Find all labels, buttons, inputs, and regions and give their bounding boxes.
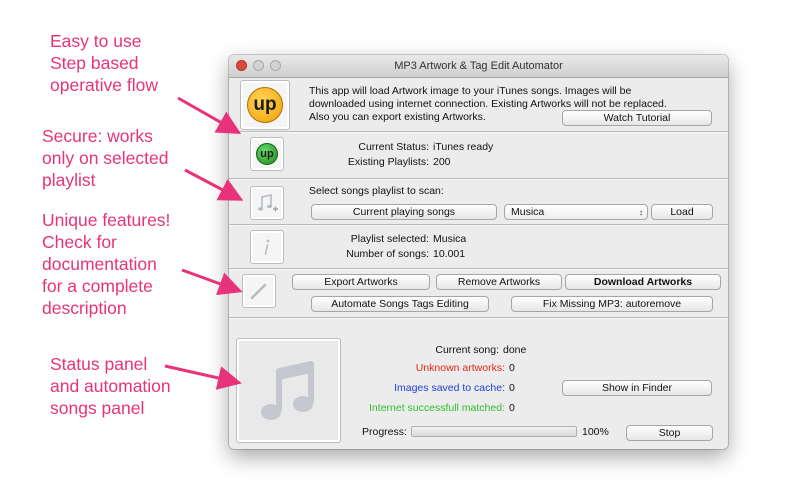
current-song-value: done <box>503 344 527 356</box>
number-of-songs-label: Number of songs: <box>346 248 429 260</box>
load-button[interactable]: Load <box>651 204 713 220</box>
music-note-add-icon <box>258 194 278 212</box>
divider <box>229 317 728 319</box>
intro-line-1: This app will load Artwork image to your… <box>309 85 632 97</box>
progress-percent: 100% <box>582 426 609 438</box>
close-icon[interactable] <box>236 60 247 71</box>
title-bar: MP3 Artwork & Tag Edit Automator <box>229 55 728 78</box>
progress-fill <box>412 427 576 436</box>
divider <box>229 224 728 226</box>
progress-label: Progress: <box>362 426 407 438</box>
current-song-label: Current song: <box>435 344 499 356</box>
window-title: MP3 Artwork & Tag Edit Automator <box>394 60 563 72</box>
divider <box>229 178 728 180</box>
progress-bar <box>411 426 577 437</box>
playlist-selected-label: Playlist selected: <box>350 233 429 245</box>
show-in-finder-button[interactable]: Show in Finder <box>562 380 712 396</box>
existing-playlists-value: 200 <box>433 156 451 168</box>
divider <box>229 131 728 133</box>
export-artworks-button[interactable]: Export Artworks <box>292 274 430 290</box>
automate-songs-tags-button[interactable]: Automate Songs Tags Editing <box>311 296 489 312</box>
artwork-preview <box>236 338 341 443</box>
updown-caret-icon: ↕ <box>639 208 643 217</box>
music-note-icon <box>261 361 314 420</box>
callout-easy-to-use: Easy to use Step based operative flow <box>50 31 158 95</box>
up-green-icon: up <box>256 143 278 165</box>
app-window: MP3 Artwork & Tag Edit Automator up This… <box>229 55 728 449</box>
intro-line-3: Also you can export existing Artworks. <box>309 111 486 123</box>
scan-prompt: Select songs playlist to scan: <box>309 185 444 197</box>
arrow-to-panel <box>164 364 242 390</box>
stop-button[interactable]: Stop <box>626 425 713 441</box>
pencil-icon <box>250 283 267 300</box>
unknown-artworks-label: Unknown artworks: <box>415 362 505 374</box>
zoom-icon[interactable] <box>270 60 281 71</box>
playlist-selected-value: Musica <box>433 233 467 245</box>
unknown-artworks-value: 0 <box>509 362 515 374</box>
playlist-select-value: Musica <box>511 206 545 218</box>
watch-tutorial-button[interactable]: Watch Tutorial <box>562 110 712 126</box>
callout-status-panel: Status panel and automation songs panel <box>50 354 171 418</box>
up-logo-icon: up <box>247 87 283 123</box>
fix-missing-mp3-button[interactable]: Fix Missing MP3: autoremove <box>511 296 713 312</box>
current-status-label: Current Status: <box>358 141 429 153</box>
current-playing-songs-button[interactable]: Current playing songs <box>311 204 497 220</box>
internet-matched-value: 0 <box>509 402 515 414</box>
minimize-icon[interactable] <box>253 60 264 71</box>
callout-secure: Secure: works only on selected playlist <box>42 126 169 190</box>
actions-icon-box <box>242 274 276 308</box>
playlist-select[interactable]: Musica ↕ <box>504 204 648 220</box>
callout-unique-features: Unique features! Check for documentation… <box>42 210 171 318</box>
info-icon <box>264 239 270 255</box>
images-saved-label: Images saved to cache: <box>394 382 505 394</box>
images-saved-value: 0 <box>509 382 515 394</box>
current-status-value: iTunes ready <box>433 141 494 153</box>
internet-matched-label: Internet successfull matched: <box>369 402 505 414</box>
status-icon-box: up <box>250 137 284 171</box>
playlist-icon-box <box>250 230 284 264</box>
divider <box>229 268 728 270</box>
intro-line-2: downloaded using internet connection. Ex… <box>309 98 667 110</box>
number-of-songs-value: 10.001 <box>433 248 466 260</box>
download-artworks-button[interactable]: Download Artworks <box>565 274 721 290</box>
existing-playlists-label: Existing Playlists: <box>347 156 429 168</box>
scan-icon-box <box>250 186 284 220</box>
app-logo: up <box>240 80 290 130</box>
remove-artworks-button[interactable]: Remove Artworks <box>436 274 562 290</box>
arrow-to-intro <box>177 96 242 134</box>
